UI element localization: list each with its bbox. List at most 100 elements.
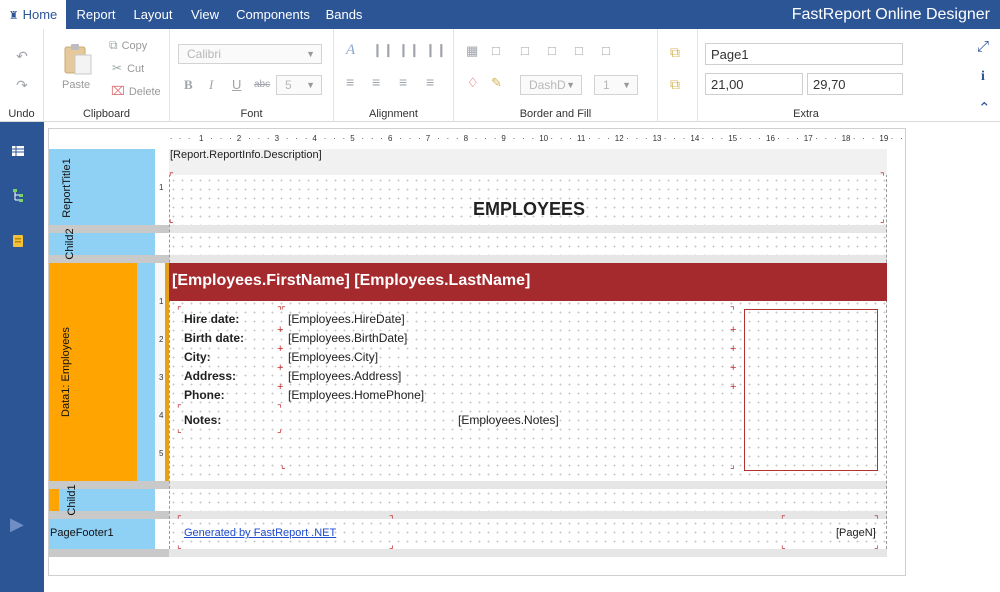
hire-date-value[interactable]: [Employees.HireDate]: [288, 312, 405, 326]
cut-icon: ✂: [112, 61, 123, 75]
report-title-text[interactable]: EMPLOYEES: [169, 199, 889, 220]
valign-bottom-icon[interactable]: ❙❙: [425, 43, 447, 56]
fullscreen-icon[interactable]: ⤢: [977, 39, 989, 54]
page-name-input[interactable]: [705, 43, 903, 65]
description-field[interactable]: [Report.ReportInfo.Description]: [170, 149, 322, 161]
border-top-icon[interactable]: □: [521, 44, 529, 57]
border-fill-group-label: Border and Fill: [519, 108, 592, 120]
hire-date-label[interactable]: Hire date:: [184, 312, 239, 326]
clipboard-group: Paste ⧉ Copy ✂ Cut ⌧ Delete Clipboard: [44, 29, 170, 122]
ruler-dot: .: [588, 132, 591, 141]
border-right-icon[interactable]: □: [602, 44, 610, 57]
child2-band[interactable]: [169, 233, 887, 255]
send-to-back-icon[interactable]: ⧉: [670, 77, 680, 91]
ruler-dot: .: [626, 132, 629, 141]
page-height-input[interactable]: [807, 73, 903, 95]
border-left-icon[interactable]: □: [575, 44, 583, 57]
italic-icon[interactable]: I: [209, 78, 213, 91]
tab-components[interactable]: Components: [230, 0, 316, 29]
delete-button[interactable]: ⌧ Delete: [111, 84, 161, 98]
clipboard-group-label: Clipboard: [82, 108, 131, 120]
plus-marker: +: [277, 343, 284, 355]
ruler-tick-label: 5: [350, 134, 355, 143]
birth-date-value[interactable]: [Employees.BirthDate]: [288, 331, 407, 345]
bring-to-front-icon[interactable]: ⧉: [670, 45, 680, 59]
border-all-icon[interactable]: ▦: [466, 44, 478, 57]
dash-style-select[interactable]: DashD ▼: [520, 75, 582, 95]
vertical-ruler-label: 5: [159, 449, 164, 458]
strikethrough-icon[interactable]: abc: [254, 80, 270, 90]
ruler-dot: .: [701, 132, 705, 141]
generated-by-link[interactable]: Generated by FastReport .NET: [184, 527, 336, 539]
play-icon[interactable]: ▶: [10, 514, 24, 535]
ruler-tick-label: 7: [425, 134, 431, 143]
address-label[interactable]: Address:: [184, 369, 236, 383]
vertical-ruler-label: 2: [159, 335, 164, 344]
notes-value[interactable]: [Employees.Notes]: [458, 413, 559, 427]
ruler-dot: .: [295, 132, 298, 141]
corner-marker: ⌝: [874, 515, 879, 526]
collapse-ribbon-icon[interactable]: ⌃: [978, 101, 991, 116]
border-none-icon[interactable]: □: [492, 44, 500, 57]
ruler-dot: .: [749, 132, 752, 141]
border-bottom-icon[interactable]: □: [548, 44, 556, 57]
ruler-tick-label: 1: [199, 134, 204, 143]
valign-top-icon[interactable]: ❙❙: [372, 43, 394, 56]
text-style-icon[interactable]: A: [346, 43, 355, 58]
band-gap: [169, 481, 887, 489]
report-tree-icon[interactable]: [11, 188, 25, 202]
ruler-dot: .: [333, 132, 336, 141]
data-dictionary-icon[interactable]: [11, 234, 25, 248]
tab-layout[interactable]: Layout: [126, 0, 180, 29]
properties-icon[interactable]: [11, 144, 25, 158]
left-sidebar: ▶: [0, 122, 44, 592]
ruler-tick-label: 12: [614, 134, 624, 143]
valign-middle-icon[interactable]: ❙❙: [398, 43, 420, 56]
vertical-ruler: 1 1 2 3 4 5: [155, 149, 169, 557]
tab-report[interactable]: Report: [68, 0, 124, 29]
ribbon: ↶ ↷ Undo Paste ⧉ Copy ✂ Cut ⌧ Delete Clipbo…: [0, 29, 1000, 122]
page-width-input[interactable]: [705, 73, 803, 95]
ruler-dot: .: [342, 132, 345, 141]
undo-icon[interactable]: ↶: [15, 49, 29, 63]
birth-date-label[interactable]: Birth date:: [184, 331, 244, 345]
bold-icon[interactable]: B: [184, 78, 193, 91]
align-justify-icon[interactable]: ≡: [426, 75, 434, 89]
cut-button[interactable]: ✂ Cut: [112, 61, 144, 75]
address-value[interactable]: [Employees.Address]: [288, 369, 401, 383]
plus-marker: +: [730, 362, 737, 374]
phone-label[interactable]: Phone:: [184, 388, 225, 402]
copy-button[interactable]: ⧉ Copy: [109, 38, 147, 53]
tab-home[interactable]: ♜ Home: [0, 0, 66, 29]
city-label[interactable]: City:: [184, 350, 211, 364]
ruler-dot: .: [720, 132, 723, 141]
info-icon[interactable]: i: [981, 70, 985, 84]
ruler-dot: .: [645, 132, 648, 141]
notes-label[interactable]: Notes:: [184, 413, 221, 427]
corner-marker: ⌝: [389, 515, 394, 526]
band-label-data: Data1: Employees: [60, 327, 72, 417]
fill-color-icon[interactable]: ♢: [467, 76, 479, 89]
city-value[interactable]: [Employees.City]: [288, 350, 378, 364]
font-name-select[interactable]: Calibri ▼: [178, 44, 322, 64]
redo-icon[interactable]: ↷: [15, 78, 29, 92]
page-number-field[interactable]: [PageN]: [836, 527, 876, 539]
paste-button[interactable]: Paste: [60, 43, 94, 103]
employee-name-field: [Employees.FirstName] [Employees.LastNam…: [172, 272, 531, 289]
child1-band[interactable]: [169, 489, 887, 511]
ruler-dot: .: [796, 132, 799, 141]
ruler-dot: .: [210, 132, 213, 141]
underline-icon[interactable]: U: [232, 78, 241, 91]
tab-view[interactable]: View: [182, 0, 228, 29]
align-right-icon[interactable]: ≡: [399, 75, 407, 89]
line-width-select[interactable]: 1 ▼: [594, 75, 638, 95]
font-size-select[interactable]: 5 ▼: [276, 75, 322, 95]
tab-bands[interactable]: Bands: [318, 0, 370, 29]
line-color-icon[interactable]: ✎: [491, 76, 502, 89]
phone-value[interactable]: [Employees.HomePhone]: [288, 388, 424, 402]
employee-photo-box[interactable]: [744, 309, 878, 471]
align-center-icon[interactable]: ≡: [372, 75, 380, 89]
align-left-icon[interactable]: ≡: [346, 75, 354, 89]
vertical-ruler-label: 1: [159, 297, 164, 306]
ruler-tick-label: 3: [274, 134, 280, 143]
